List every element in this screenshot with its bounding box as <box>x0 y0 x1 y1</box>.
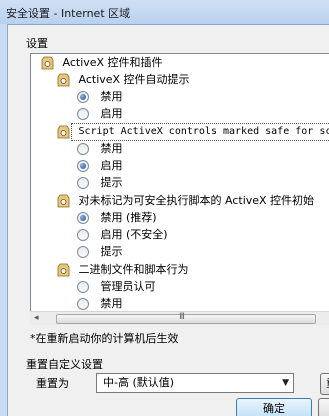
radio-option-label: 启用 <box>100 159 123 172</box>
radio-button-selected[interactable] <box>77 212 89 224</box>
reset-section-title: 重置自定义设置 <box>26 358 103 371</box>
radio-option-label: 禁用 <box>100 90 123 103</box>
settings-gear-icon <box>41 56 54 70</box>
settings-gear-icon <box>57 263 70 277</box>
radio-option[interactable]: 禁用 <box>77 141 123 157</box>
dropdown-value: 中-高 (默认值) <box>103 376 175 389</box>
radio-button[interactable] <box>77 143 89 155</box>
setting-activex-auto-prompt[interactable]: ActiveX 控件自动提示 <box>57 72 190 88</box>
horizontal-scrollbar[interactable]: ◂ III <box>30 311 329 325</box>
reset-button[interactable]: 重置 <box>320 373 329 395</box>
settings-gear-icon <box>57 125 70 139</box>
radio-option-label: 禁用 (推荐) <box>100 211 157 224</box>
radio-option-label: 提示 <box>100 176 123 189</box>
tree-item-label: 对未标记为可安全执行脚本的 ActiveX 控件初始 <box>78 194 315 207</box>
settings-gear-icon <box>57 194 70 208</box>
radio-button[interactable] <box>77 108 89 120</box>
radio-button[interactable] <box>77 298 89 310</box>
radio-option-label: 禁用 <box>100 297 123 310</box>
setting-binary-script-behaviors[interactable]: 二进制文件和脚本行为 <box>57 262 189 278</box>
radio-button[interactable] <box>77 281 89 293</box>
ok-button[interactable]: 确定 <box>236 398 312 416</box>
scroll-left-arrow-icon[interactable]: ◂ <box>34 313 39 323</box>
radio-option-label: 启用 (不安全) <box>100 228 168 241</box>
settings-gear-icon <box>57 73 70 87</box>
scrollbar-thumb[interactable]: III <box>56 312 316 324</box>
radio-button[interactable] <box>77 177 89 189</box>
category-activex[interactable]: ActiveX 控件和插件 <box>41 55 163 71</box>
reset-to-label: 重置为 <box>36 377 69 390</box>
security-level-dropdown[interactable]: 中-高 (默认值) ▼ <box>96 373 294 393</box>
chevron-down-icon[interactable]: ▼ <box>282 374 289 392</box>
radio-button-selected[interactable] <box>77 160 89 172</box>
security-settings-window: 安全设置 - Internet 区域 设置 ActiveX 控件和插件 Acti… <box>0 0 329 416</box>
dialog-body: 设置 ActiveX 控件和插件 ActiveX 控件自动提示 禁用 启用 Sc… <box>7 24 329 416</box>
setting-unsafe-activex-init[interactable]: 对未标记为可安全执行脚本的 ActiveX 控件初始 <box>57 193 314 209</box>
radio-option-label: 提示 <box>100 245 123 258</box>
radio-option[interactable]: 启用 (不安全) <box>77 227 168 243</box>
radio-option-label: 管理员认可 <box>100 280 156 293</box>
radio-option[interactable]: 提示 <box>77 175 123 191</box>
radio-option[interactable]: 管理员认可 <box>77 279 156 295</box>
restart-note: *在重新启动你的计算机后生效 <box>30 332 179 345</box>
radio-option[interactable]: 禁用 (推荐) <box>77 210 157 226</box>
tree-item-label: ActiveX 控件和插件 <box>62 56 163 69</box>
radio-option[interactable]: 禁用 <box>77 89 123 105</box>
settings-group-label: 设置 <box>26 37 48 50</box>
radio-option-label: 启用 <box>100 107 123 120</box>
tree-item-label: ActiveX 控件自动提示 <box>78 73 190 86</box>
focus-rectangle <box>71 123 329 141</box>
title-bar[interactable]: 安全设置 - Internet 区域 <box>0 0 329 24</box>
radio-option[interactable]: 启用 <box>77 158 123 174</box>
scrollbar-grip: III <box>179 312 185 322</box>
radio-button[interactable] <box>77 229 89 241</box>
radio-option[interactable]: 提示 <box>77 244 123 260</box>
tree-item-label: 二进制文件和脚本行为 <box>78 263 189 276</box>
radio-button[interactable] <box>77 246 89 258</box>
radio-option-label: 禁用 <box>100 142 123 155</box>
window-title: 安全设置 - Internet 区域 <box>6 7 131 20</box>
settings-tree[interactable]: ActiveX 控件和插件 ActiveX 控件自动提示 禁用 启用 Scrip… <box>30 53 329 325</box>
radio-option[interactable]: 禁用 <box>77 296 123 312</box>
radio-button-selected[interactable] <box>77 91 89 103</box>
radio-option[interactable]: 启用 <box>77 106 123 122</box>
cancel-button[interactable] <box>318 398 329 416</box>
